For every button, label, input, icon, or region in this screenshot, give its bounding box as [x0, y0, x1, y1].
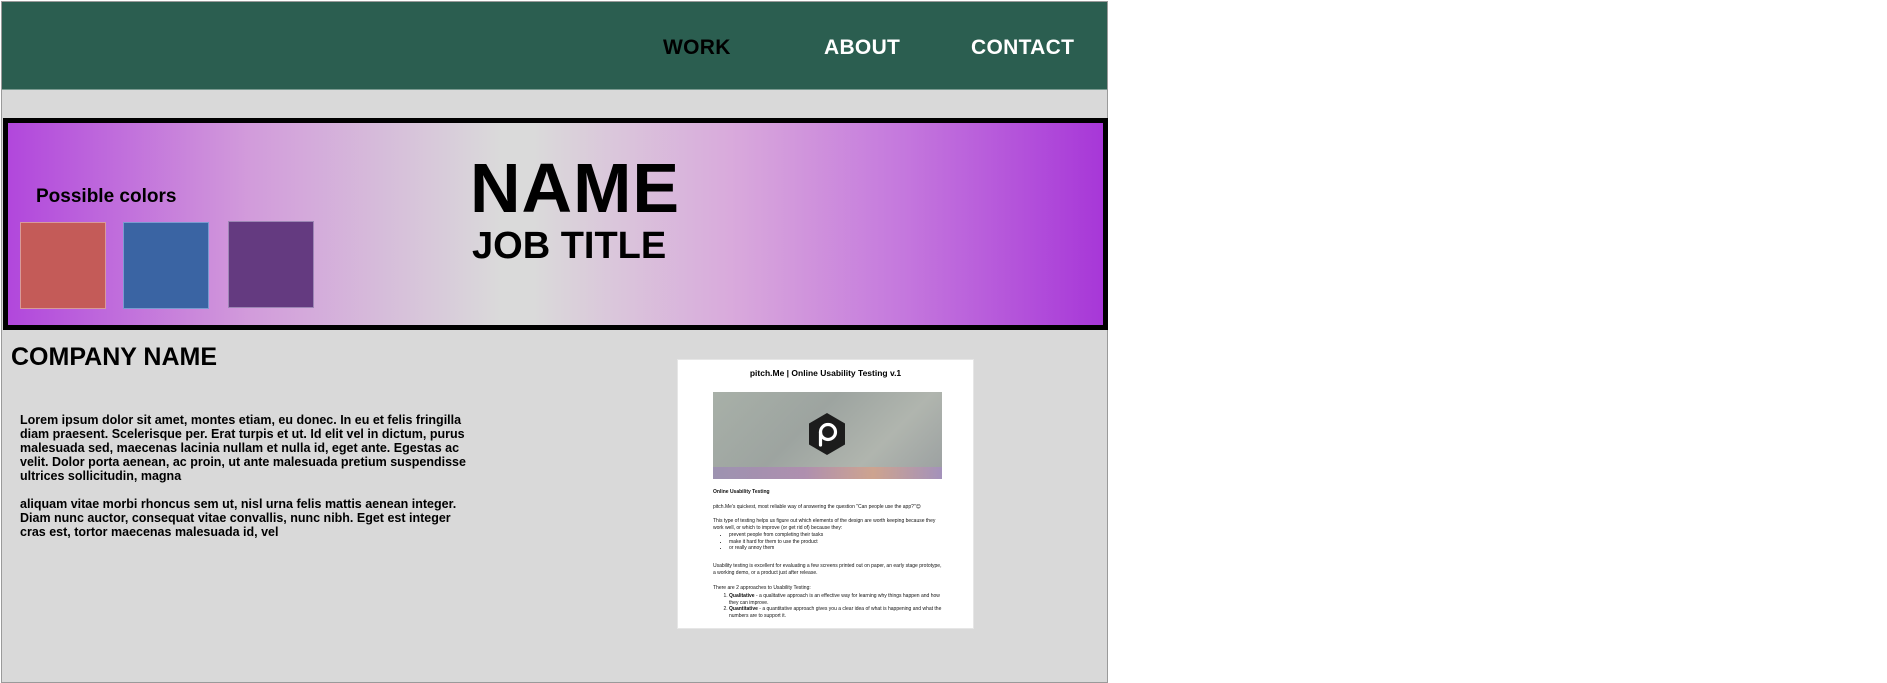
- color-swatch-blue: [123, 222, 209, 309]
- color-swatch-red: [20, 222, 106, 309]
- company-name-heading: COMPANY NAME: [11, 343, 218, 371]
- nav-link-work[interactable]: WORK: [663, 36, 731, 60]
- list-item: Quantitative - a quantitative approach g…: [729, 606, 945, 619]
- company-description-paragraph: aliquam vitae morbi rhoncus sem ut, nisl…: [20, 497, 457, 539]
- hero-job-title: JOB TITLE: [472, 225, 667, 267]
- document-title: pitch.Me | Online Usability Testing v.1: [749, 368, 902, 378]
- document-approaches-intro: There are 2 approaches to Usability Test…: [713, 585, 811, 591]
- nav-link-about[interactable]: ABOUT: [824, 36, 900, 60]
- approach-text: - a qualitative approach is an effective…: [729, 593, 940, 606]
- document-usage: Usability testing is excellent for evalu…: [713, 563, 942, 576]
- approach-name: Qualitative: [729, 593, 755, 599]
- document-section-heading-text: Online Usability Testing: [713, 489, 770, 495]
- hero-name: NAME: [470, 149, 681, 227]
- page-canvas: WORK ABOUT CONTACT Possible colors NAME …: [1, 1, 1108, 683]
- document-purpose: This type of testing helps us figure out…: [713, 518, 936, 531]
- approach-name: Quantitative: [729, 606, 758, 612]
- document-bullet-list: prevent people from completing their tas…: [713, 532, 945, 552]
- nav-link-contact[interactable]: CONTACT: [971, 36, 1074, 60]
- document-intro: pitch.Me's quickest, most reliable way o…: [713, 504, 921, 510]
- color-swatch-purple: [228, 221, 314, 308]
- top-navigation-bar: WORK ABOUT CONTACT: [2, 2, 1107, 90]
- list-item: Qualitative - a qualitative approach is …: [729, 593, 945, 606]
- document-hero-tint: [713, 467, 942, 479]
- document-preview[interactable]: pitch.Me | Online Usability Testing v.1 …: [677, 359, 974, 629]
- company-description-paragraph: Lorem ipsum dolor sit amet, montes etiam…: [20, 413, 466, 483]
- document-approaches-list: Qualitative - a qualitative approach is …: [713, 593, 945, 619]
- document-section-heading: Online Usability Testing: [713, 489, 945, 496]
- pitchme-logo-icon: [809, 413, 845, 455]
- document-hero-image: [713, 392, 942, 479]
- approach-text: - a quantitative approach gives you a cl…: [729, 606, 942, 619]
- hero-banner: Possible colors NAME JOB TITLE: [3, 118, 1108, 330]
- possible-colors-title: Possible colors: [36, 186, 177, 207]
- list-item: or really annoy them: [729, 545, 945, 552]
